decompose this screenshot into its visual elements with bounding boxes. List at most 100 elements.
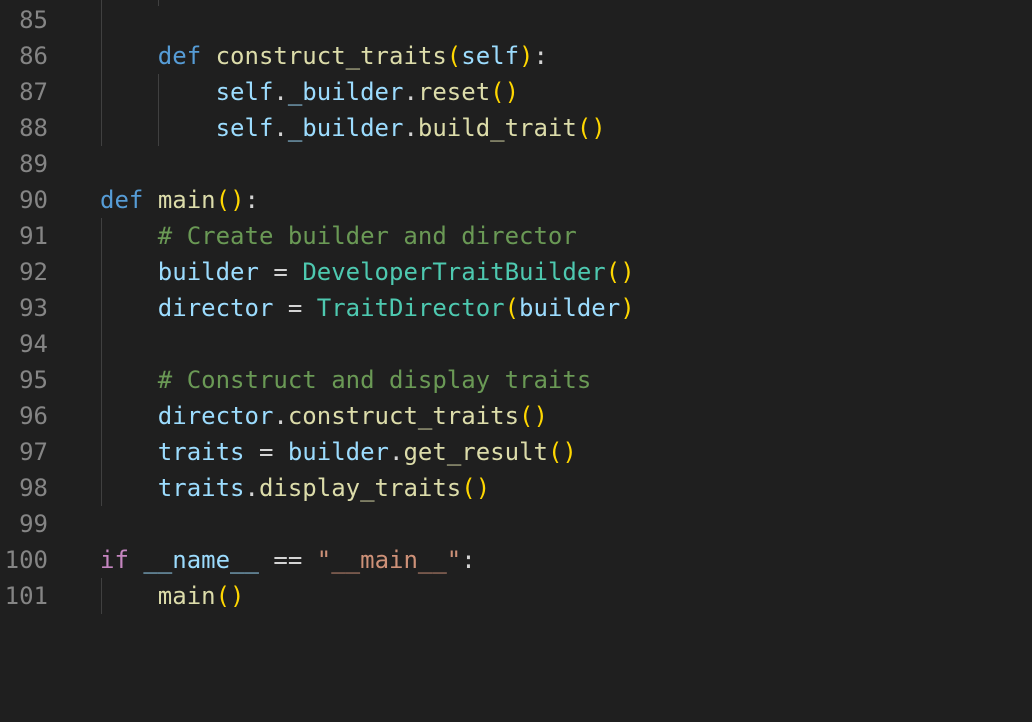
- code-line[interactable]: 98 traits.display_traits(): [0, 470, 1032, 506]
- code-line[interactable]: 95 # Construct and display traits: [0, 362, 1032, 398]
- variable-token: __name__: [143, 546, 259, 574]
- code-line[interactable]: 97 traits = builder.get_result(): [0, 434, 1032, 470]
- code-line[interactable]: 101 main(): [0, 578, 1032, 614]
- bracket-token: ): [620, 294, 635, 322]
- variable-token: builder: [519, 294, 621, 322]
- code-text: self._builder.reset(): [100, 74, 519, 110]
- code-line[interactable]: 94: [0, 326, 1032, 362]
- code-text: traits = builder.get_result(): [100, 434, 577, 470]
- bracket-token: (: [490, 78, 505, 106]
- code-text: # Construct and display traits: [100, 362, 591, 398]
- control-keyword-token: if: [100, 546, 129, 574]
- bracket-token: (: [576, 114, 592, 142]
- bracket-token: ): [230, 582, 245, 610]
- attribute-token: _builder: [287, 114, 404, 142]
- string-token: "__main__": [316, 546, 462, 574]
- code-text: main(): [100, 578, 245, 614]
- method-token: display_traits: [258, 474, 462, 502]
- bracket-token: ): [620, 258, 635, 286]
- self-token: self: [215, 78, 274, 106]
- punctuation-token: .: [403, 114, 418, 142]
- keyword-token: def: [157, 42, 202, 70]
- bracket-token: (: [215, 186, 231, 214]
- code-line[interactable]: 93 director = TraitDirector(builder): [0, 290, 1032, 326]
- line-number: 90: [19, 186, 48, 214]
- variable-token: builder: [157, 258, 259, 286]
- code-line[interactable]: 87 self._builder.reset(): [0, 74, 1032, 110]
- line-number: 95: [19, 366, 48, 394]
- code-line[interactable]: 99: [0, 506, 1032, 542]
- punctuation-token: .: [389, 438, 404, 466]
- bracket-token: (: [215, 582, 231, 610]
- punctuation-token: :: [244, 186, 259, 214]
- bracket-token: (: [504, 294, 520, 322]
- method-token: reset: [417, 78, 491, 106]
- operator-token: ==: [273, 546, 303, 574]
- code-text: self._builder.build_trait(): [100, 110, 606, 146]
- variable-token: traits: [157, 438, 245, 466]
- code-text: def main():: [100, 182, 259, 218]
- punctuation-token: .: [273, 114, 288, 142]
- bracket-token: ): [533, 402, 548, 430]
- code-text: if __name__ == "__main__":: [100, 542, 476, 578]
- function-name-token: main: [157, 582, 216, 610]
- bracket-token: ): [519, 42, 534, 70]
- line-number: 88: [19, 114, 48, 142]
- self-token: self: [461, 42, 520, 70]
- class-token: TraitDirector: [316, 294, 505, 322]
- bracket-token: (: [519, 402, 534, 430]
- code-line[interactable]: 90 def main():: [0, 182, 1032, 218]
- code-line[interactable]: 96 director.construct_traits(): [0, 398, 1032, 434]
- method-token: build_trait: [417, 114, 577, 142]
- code-text: director.construct_traits(): [100, 398, 548, 434]
- operator-token: =: [258, 438, 274, 466]
- attribute-token: _builder: [287, 78, 404, 106]
- method-token: get_result: [403, 438, 548, 466]
- function-name-token: construct_traits: [215, 42, 447, 70]
- code-line[interactable]: 86 def construct_traits(self):: [0, 38, 1032, 74]
- variable-token: director: [157, 294, 274, 322]
- bracket-token: ): [230, 186, 245, 214]
- code-line[interactable]: 85: [0, 2, 1032, 38]
- code-text: traits.display_traits(): [100, 470, 490, 506]
- code-line[interactable]: 92 builder = DeveloperTraitBuilder(): [0, 254, 1032, 290]
- line-number: 100: [4, 546, 48, 574]
- bracket-token: (: [461, 474, 476, 502]
- bracket-token: ): [591, 114, 606, 142]
- code-line[interactable]: 88 self._builder.build_trait(): [0, 110, 1032, 146]
- bracket-token: ): [475, 474, 491, 502]
- line-number: 92: [19, 258, 48, 286]
- punctuation-token: .: [244, 474, 259, 502]
- bracket-token: (: [547, 438, 563, 466]
- line-number: 99: [19, 510, 48, 538]
- punctuation-token: :: [461, 546, 476, 574]
- code-line[interactable]: 100 if __name__ == "__main__":: [0, 542, 1032, 578]
- method-token: construct_traits: [287, 402, 520, 430]
- code-line[interactable]: 91 # Create builder and director: [0, 218, 1032, 254]
- bracket-token: (: [605, 258, 621, 286]
- self-token: self: [215, 114, 274, 142]
- variable-token: director: [157, 402, 274, 430]
- code-text: builder = DeveloperTraitBuilder(): [100, 254, 635, 290]
- variable-token: builder: [287, 438, 390, 466]
- punctuation-token: .: [403, 78, 418, 106]
- line-number: 86: [19, 42, 48, 70]
- code-line[interactable]: 89: [0, 146, 1032, 182]
- punctuation-token: .: [273, 402, 288, 430]
- line-number: 91: [19, 222, 48, 250]
- operator-token: =: [287, 294, 303, 322]
- keyword-token: def: [100, 186, 144, 214]
- line-number: 89: [19, 150, 48, 178]
- line-number: 96: [19, 402, 48, 430]
- line-number: 85: [19, 6, 48, 34]
- code-text: director = TraitDirector(builder): [100, 290, 635, 326]
- code-text: def construct_traits(self):: [100, 38, 548, 74]
- bracket-token: (: [446, 42, 462, 70]
- comment-token: # Construct and display traits: [157, 366, 592, 394]
- punctuation-token: :: [533, 42, 548, 70]
- function-name-token: main: [157, 186, 216, 214]
- code-editor[interactable]: 85 86 def construct_traits(self): 87 sel…: [0, 0, 1032, 642]
- class-token: DeveloperTraitBuilder: [302, 258, 606, 286]
- line-number: 101: [4, 582, 48, 610]
- bracket-token: ): [562, 438, 577, 466]
